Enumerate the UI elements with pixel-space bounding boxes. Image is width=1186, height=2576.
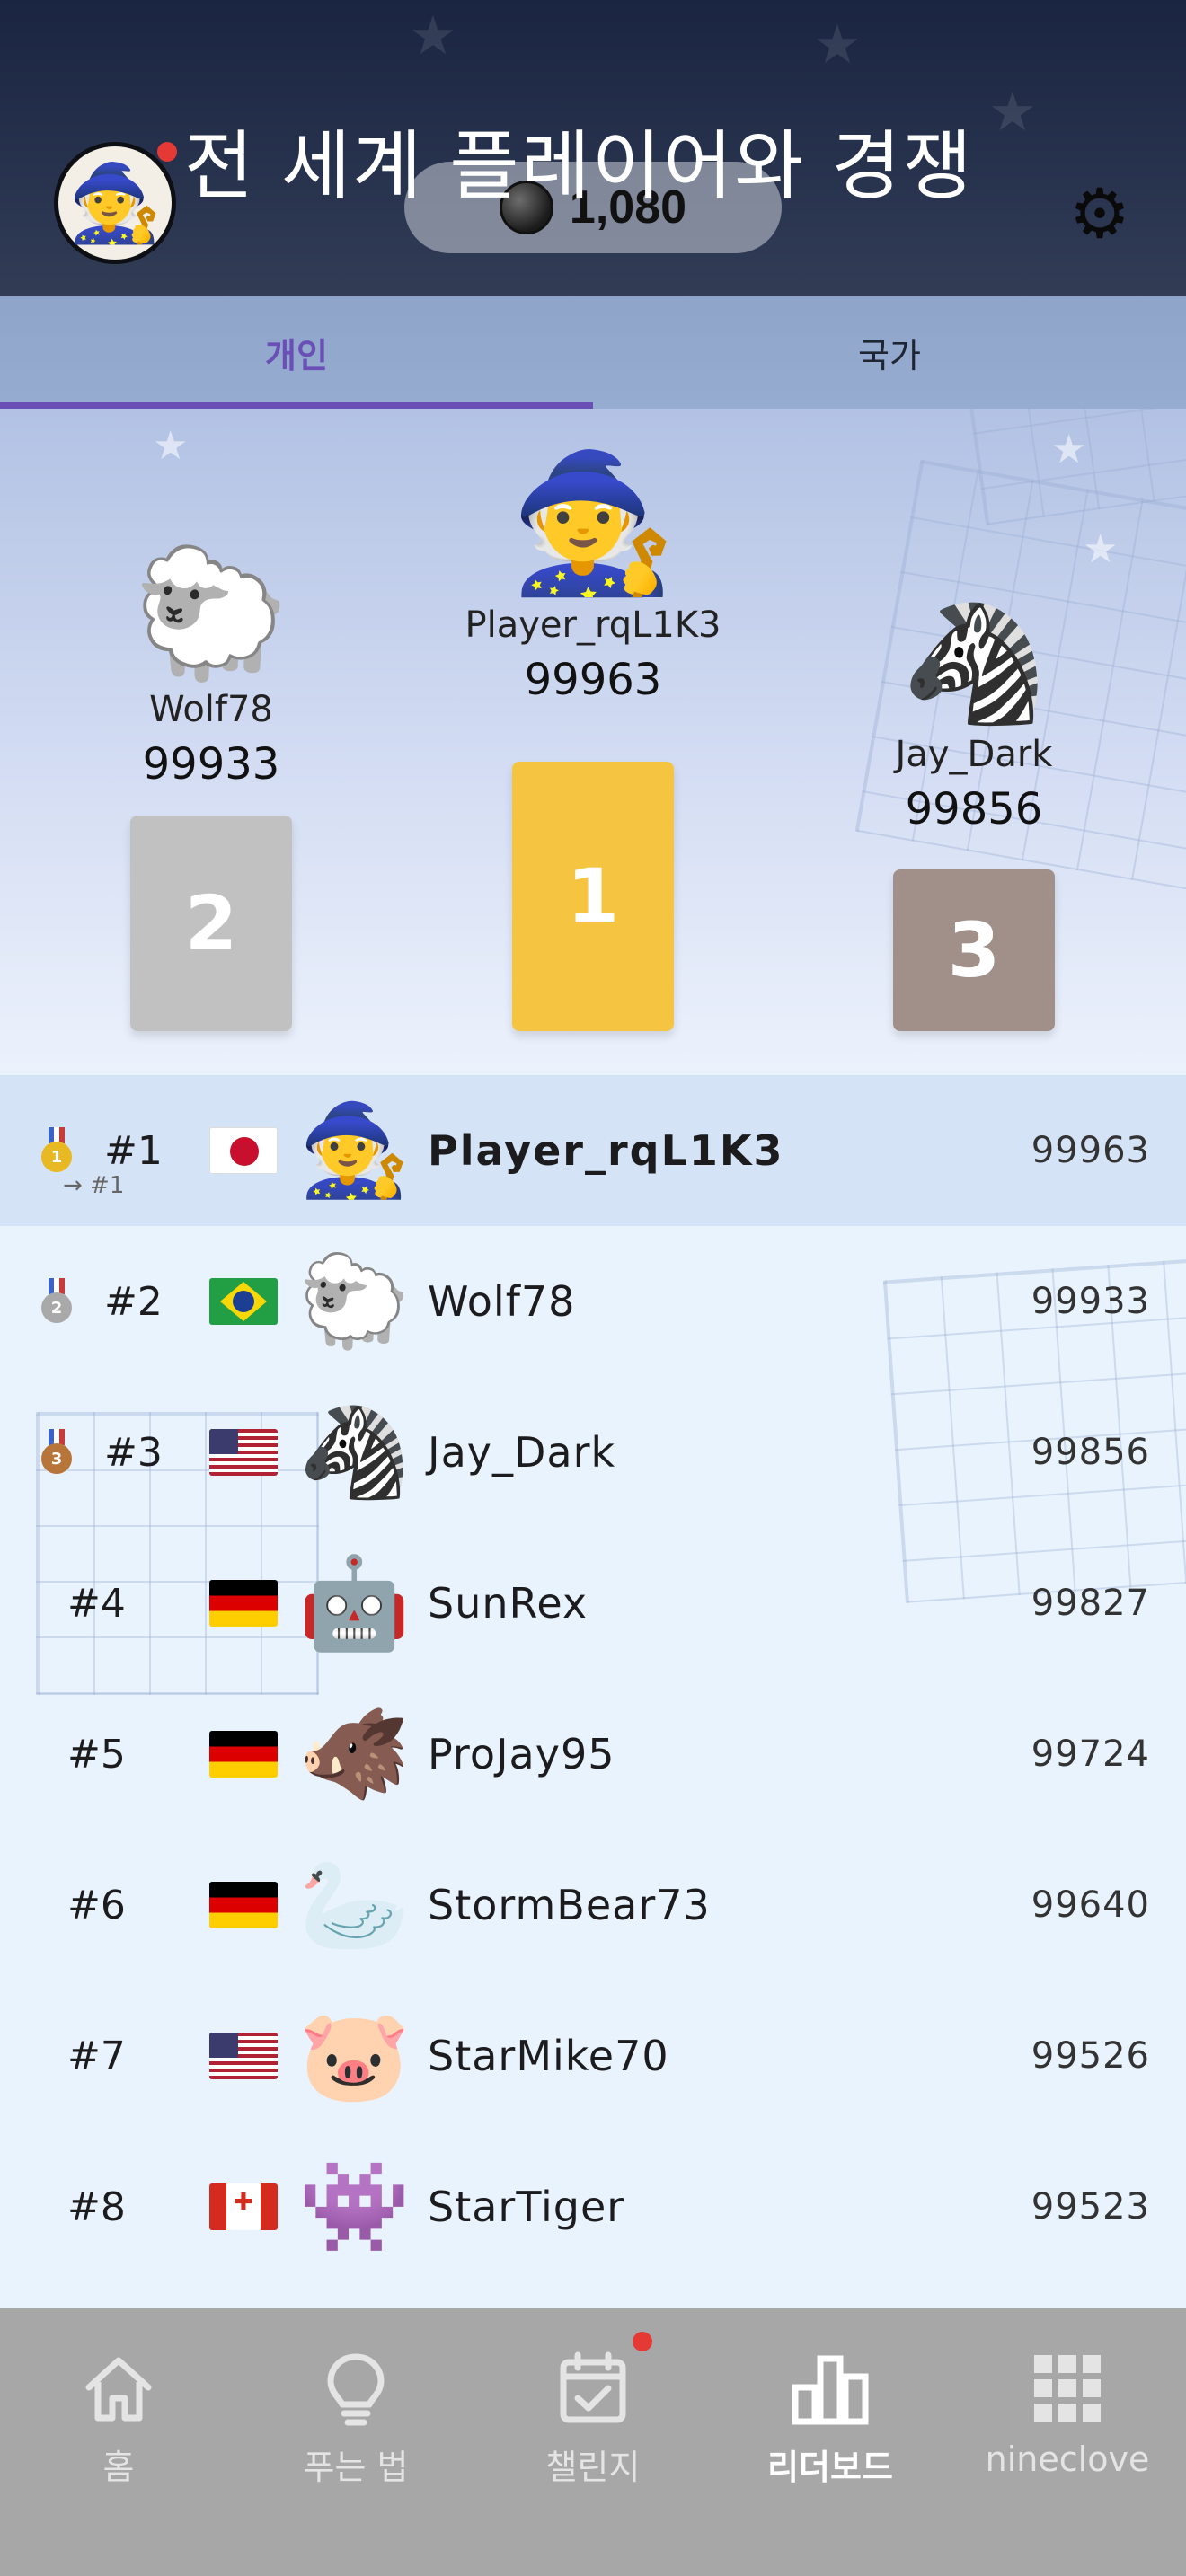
tab-country[interactable]: 국가 xyxy=(593,296,1186,409)
lightbulb-icon xyxy=(315,2348,396,2429)
witch-avatar: 🧙 xyxy=(298,1098,411,1203)
rank-change: → #1 xyxy=(63,1172,125,1199)
podium-third[interactable]: 🦓 Jay_Dark 99856 xyxy=(830,602,1118,834)
germany-flag-icon xyxy=(209,1731,278,1778)
player-score: 99963 xyxy=(1031,1130,1150,1171)
star-decoration: ★ xyxy=(409,4,457,67)
tab-individual[interactable]: 개인 xyxy=(0,296,593,409)
nav-home[interactable]: 홈 xyxy=(0,2308,237,2576)
profile-avatar[interactable]: 🧙 xyxy=(54,142,176,264)
rank-label: #1 xyxy=(104,1127,163,1174)
table-row[interactable]: #4 🤖 SunRex 99827 xyxy=(0,1528,1186,1679)
nav-challenge[interactable]: 챌린지 xyxy=(474,2308,712,2576)
sheep-avatar: 🐑 xyxy=(132,541,290,687)
brazil-flag-icon xyxy=(209,1278,278,1325)
leaderboard-list: 1 #1 → #1 🧙 Player_rqL1K3 99963 2 #2 🐑 W… xyxy=(0,1075,1186,2282)
germany-flag-icon xyxy=(209,1580,278,1627)
player-name: ProJay95 xyxy=(428,1730,615,1778)
rank-label: #3 xyxy=(104,1429,163,1476)
silver-medal-icon: 2 xyxy=(41,1278,72,1325)
gear-icon[interactable]: ⚙ xyxy=(1064,178,1136,250)
player-score: 99856 xyxy=(1031,1432,1150,1473)
table-row[interactable]: 1 #1 → #1 🧙 Player_rqL1K3 99963 xyxy=(0,1075,1186,1226)
player-score: 99526 xyxy=(1031,2035,1150,2077)
rank-label: #2 xyxy=(104,1278,163,1325)
usa-flag-icon xyxy=(209,2033,278,2079)
table-row[interactable]: 3 #3 🦓 Jay_Dark 99856 xyxy=(0,1377,1186,1528)
star-decoration: ★ xyxy=(153,423,189,469)
challenge-badge xyxy=(633,2332,652,2351)
nav-label: 챌린지 xyxy=(545,2448,641,2487)
bar-chart-icon xyxy=(790,2348,871,2429)
alien-monster-avatar: 👾 xyxy=(298,2154,411,2259)
rank-label: #6 xyxy=(67,1882,126,1928)
table-row[interactable]: #7 🐷 StarMike70 99526 xyxy=(0,1981,1186,2131)
nav-label: nineclove xyxy=(985,2439,1150,2479)
podium-score: 99963 xyxy=(524,654,662,705)
canada-flag-icon xyxy=(209,2183,278,2230)
player-score: 99827 xyxy=(1031,1583,1150,1624)
player-name: Jay_Dark xyxy=(428,1428,616,1477)
zebra-avatar: 🦓 xyxy=(901,595,1047,731)
table-row[interactable]: 2 #2 🐑 Wolf78 99933 xyxy=(0,1226,1186,1377)
nav-label: 홈 xyxy=(102,2448,135,2487)
sheep-avatar: 🐑 xyxy=(298,1248,411,1354)
player-name: StarMike70 xyxy=(428,2032,669,2080)
podium: ★ ★ ★ 🐑 Wolf78 99933 2 🧙 Player_rqL1K3 9… xyxy=(0,409,1186,1073)
bottom-navigation: 홈 푸는 법 챌린지 리더보드 nineclove xyxy=(0,2308,1186,2576)
pig-avatar: 🐷 xyxy=(298,2003,411,2108)
notification-dot xyxy=(157,142,177,162)
leaderboard-tabs: 개인 국가 xyxy=(0,296,1186,409)
player-score: 99933 xyxy=(1031,1281,1150,1322)
header: ★ ★ ★ 🧙 1,080 전 세계 플레이어와 경쟁 ⚙ xyxy=(0,0,1186,296)
robot-avatar: 🤖 xyxy=(298,1550,411,1655)
calendar-check-icon xyxy=(553,2348,633,2429)
player-name: Player_rqL1K3 xyxy=(428,1126,784,1175)
rank-label: #4 xyxy=(67,1580,126,1627)
gold-medal-icon: 1 xyxy=(41,1127,72,1174)
boar-avatar: 🐗 xyxy=(298,1701,411,1806)
bronze-medal-icon: 3 xyxy=(41,1429,72,1476)
germany-flag-icon xyxy=(209,1882,278,1928)
player-name: Wolf78 xyxy=(428,1277,576,1326)
table-row[interactable]: #5 🐗 ProJay95 99724 xyxy=(0,1679,1186,1830)
star-decoration: ★ xyxy=(1051,427,1087,472)
swan-avatar: 🦢 xyxy=(298,1852,411,1957)
rank-label: #7 xyxy=(67,2033,126,2079)
nav-label: 푸는 법 xyxy=(303,2448,409,2487)
nav-label: 리더보드 xyxy=(767,2448,893,2487)
rank-label: #5 xyxy=(67,1731,126,1778)
table-row[interactable]: #6 🦢 StormBear73 99640 xyxy=(0,1830,1186,1981)
player-name: StormBear73 xyxy=(428,1881,711,1929)
player-name: SunRex xyxy=(428,1579,589,1628)
podium-score: 99856 xyxy=(905,783,1043,834)
star-decoration: ★ xyxy=(813,13,862,76)
podium-block-3: 3 xyxy=(893,869,1055,1031)
home-icon xyxy=(78,2348,159,2429)
podium-name: Player_rqL1K3 xyxy=(465,604,721,646)
zebra-avatar: 🦓 xyxy=(298,1399,411,1504)
table-row[interactable]: #8 👾 StarTiger 99523 xyxy=(0,2131,1186,2282)
usa-flag-icon xyxy=(209,1429,278,1476)
player-score: 99640 xyxy=(1031,1884,1150,1926)
grid-icon xyxy=(1027,2348,1108,2429)
podium-name: Wolf78 xyxy=(149,689,273,730)
rank-label: #8 xyxy=(67,2183,126,2230)
witch-avatar: 🧙 xyxy=(509,446,677,602)
nav-how-to-play[interactable]: 푸는 법 xyxy=(237,2308,474,2576)
player-name: StarTiger xyxy=(428,2183,625,2231)
nav-leaderboard[interactable]: 리더보드 xyxy=(712,2308,949,2576)
podium-first[interactable]: 🧙 Player_rqL1K3 99963 xyxy=(449,446,737,705)
japan-flag-icon xyxy=(209,1127,278,1174)
podium-second[interactable]: 🐑 Wolf78 99933 xyxy=(67,548,355,790)
podium-block-2: 2 xyxy=(130,816,292,1031)
podium-block-1: 1 xyxy=(512,762,674,1031)
star-decoration: ★ xyxy=(1083,526,1119,572)
podium-score: 99933 xyxy=(142,739,280,790)
player-score: 99724 xyxy=(1031,1734,1150,1775)
page-title: 전 세계 플레이어와 경쟁 xyxy=(184,122,974,210)
nav-nineclove[interactable]: nineclove xyxy=(949,2308,1186,2576)
podium-name: Jay_Dark xyxy=(895,733,1053,775)
player-score: 99523 xyxy=(1031,2186,1150,2228)
